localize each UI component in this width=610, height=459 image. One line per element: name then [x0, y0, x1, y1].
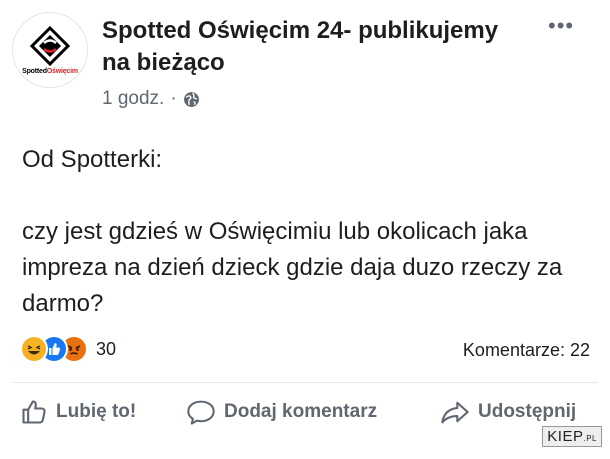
share-arrow-icon	[441, 401, 469, 424]
post-text-question: czy jest gdzieś w Oświęcimiu lub okolica…	[22, 218, 563, 317]
globe-icon[interactable]	[183, 91, 200, 108]
thumbs-up-icon	[22, 400, 46, 424]
page-name-link[interactable]: Spotted Oświęcim 24- publikujemy na bież…	[102, 15, 532, 79]
meta-separator: ·	[170, 88, 177, 109]
more-horizontal-icon: •••	[548, 13, 575, 38]
avatar-logo-text: SpottedOświęcim	[22, 67, 78, 75]
post-actions-bar: Lubię to! Dodaj komentarz Udostępnij	[0, 398, 610, 448]
page-avatar[interactable]: SpottedOświęcim	[12, 12, 88, 88]
haha-reaction-icon	[20, 335, 48, 363]
share-button[interactable]: Udostępnij	[440, 398, 576, 426]
more-options-button[interactable]: •••	[548, 13, 575, 38]
spotted-logo-icon	[30, 25, 70, 66]
post-text-line: Od Spotterki:	[22, 146, 163, 173]
actions-divider	[12, 382, 598, 383]
share-label: Udostępnij	[478, 401, 577, 422]
kiep-watermark: KIEP.PL	[542, 426, 602, 447]
reaction-count: 30	[96, 338, 117, 359]
reactions-summary[interactable]: 30	[20, 335, 116, 363]
like-button[interactable]: Lubię to!	[20, 398, 136, 426]
comments-count-link[interactable]: Komentarze: 22	[463, 340, 590, 361]
comment-label: Dodaj komentarz	[224, 401, 378, 422]
like-label: Lubię to!	[56, 401, 137, 422]
post-meta: 1 godz. ·	[102, 88, 200, 110]
comment-bubble-icon	[187, 400, 215, 425]
post-body: Od Spotterki: czy jest gdzieś w Oświęcim…	[22, 142, 592, 322]
post-timestamp[interactable]: 1 godz.	[102, 88, 164, 110]
comment-button[interactable]: Dodaj komentarz	[186, 398, 377, 426]
